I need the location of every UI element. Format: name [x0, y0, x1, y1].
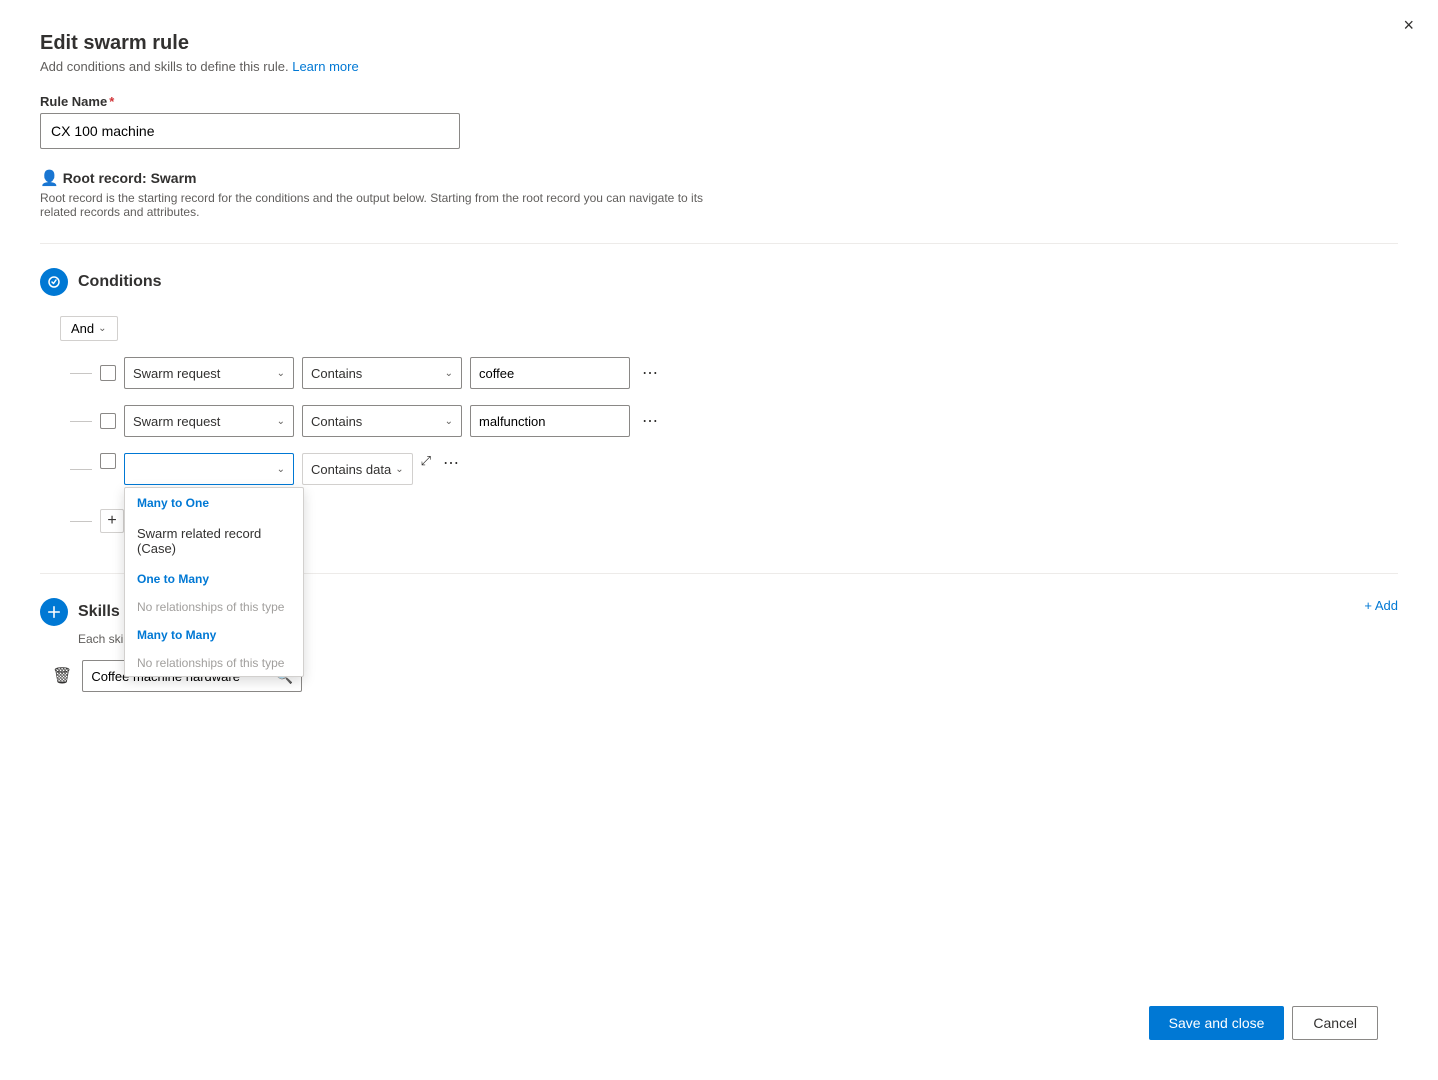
- divider: [40, 243, 1398, 244]
- operator-select-1[interactable]: Contains ⌄: [302, 357, 462, 389]
- more-options-button-2[interactable]: ⋯: [638, 411, 662, 431]
- rule-name-label: Rule Name*: [40, 94, 1398, 109]
- add-skill-button[interactable]: + Add: [1364, 598, 1398, 613]
- skills-title: Skills: [78, 603, 120, 621]
- condition-row: Swarm request ⌄ Contains ⌄ ⋯: [60, 357, 1398, 389]
- modal-subtitle: Add conditions and skills to define this…: [40, 59, 1398, 74]
- dropdown-no-relationships-many: No relationships of this type: [125, 650, 303, 676]
- more-options-button-3[interactable]: ⋯: [439, 453, 463, 473]
- footer-buttons: Save and close Cancel: [1149, 1006, 1378, 1040]
- chevron-down-icon: ⌄: [445, 416, 453, 427]
- learn-more-link[interactable]: Learn more: [292, 59, 358, 74]
- and-button[interactable]: And ⌄: [60, 316, 118, 341]
- value-input-1[interactable]: [470, 357, 630, 389]
- operator-select-2[interactable]: Contains ⌄: [302, 405, 462, 437]
- conditions-title: Conditions: [78, 273, 162, 291]
- root-record-description: Root record is the starting record for t…: [40, 191, 740, 219]
- modal-title: Edit swarm rule: [40, 32, 1398, 55]
- conditions-section-header: Conditions: [40, 268, 1398, 296]
- chevron-down-icon: ⌄: [98, 323, 106, 334]
- chevron-down-icon: ⌄: [277, 368, 285, 379]
- conditions-group: Swarm request ⌄ Contains ⌄ ⋯ Swarm reque…: [60, 357, 1398, 533]
- chevron-down-icon: ⌄: [277, 464, 285, 475]
- field-select-3[interactable]: ⌄: [124, 453, 294, 485]
- conditions-area: And ⌄ Swarm request ⌄ Contains ⌄ ⋯: [40, 316, 1398, 533]
- skills-icon: [40, 598, 68, 626]
- required-indicator: *: [109, 94, 114, 109]
- condition-checkbox-3[interactable]: [100, 453, 116, 469]
- add-condition-button[interactable]: +: [100, 509, 124, 533]
- chevron-down-icon: ⌄: [445, 368, 453, 379]
- chevron-down-icon: ⌄: [277, 416, 285, 427]
- dropdown-no-relationships-one: No relationships of this type: [125, 594, 303, 620]
- rule-name-input[interactable]: [40, 113, 460, 149]
- condition-checkbox-2[interactable]: [100, 413, 116, 429]
- value-input-2[interactable]: [470, 405, 630, 437]
- condition-checkbox-1[interactable]: [100, 365, 116, 381]
- delete-skill-button[interactable]: 🗑: [50, 664, 74, 688]
- dropdown-container: ⌄ Many to One Swarm related record (Case…: [124, 453, 294, 485]
- dropdown-menu: Many to One Swarm related record (Case) …: [124, 487, 304, 677]
- skills-header-left: Skills: [40, 598, 120, 626]
- expand-button[interactable]: ⤢: [421, 453, 431, 469]
- condition-row-with-dropdown: ⌄ Many to One Swarm related record (Case…: [60, 453, 1398, 485]
- edit-swarm-rule-modal: × Edit swarm rule Add conditions and ski…: [0, 0, 1438, 1080]
- field-select-1[interactable]: Swarm request ⌄: [124, 357, 294, 389]
- cancel-button[interactable]: Cancel: [1292, 1006, 1378, 1040]
- field-select-2[interactable]: Swarm request ⌄: [124, 405, 294, 437]
- save-and-close-button[interactable]: Save and close: [1149, 1006, 1285, 1040]
- condition-row: Swarm request ⌄ Contains ⌄ ⋯: [60, 405, 1398, 437]
- conditions-icon: [40, 268, 68, 296]
- dropdown-group-label-many-to-many: Many to Many: [125, 620, 303, 650]
- contains-data-button[interactable]: Contains data ⌄: [302, 453, 413, 485]
- close-button[interactable]: ×: [1403, 16, 1414, 34]
- dropdown-group-label-many-to-one: Many to One: [125, 488, 303, 518]
- dropdown-item-swarm-related-record[interactable]: Swarm related record (Case): [125, 518, 303, 564]
- chevron-down-icon: ⌄: [395, 464, 403, 475]
- root-record-icon: 👤: [40, 169, 59, 187]
- root-record-section: 👤 Root record: Swarm Root record is the …: [40, 169, 1398, 219]
- dropdown-group-label-one-to-many: One to Many: [125, 564, 303, 594]
- more-options-button-1[interactable]: ⋯: [638, 363, 662, 383]
- root-record-label: 👤 Root record: Swarm: [40, 169, 1398, 187]
